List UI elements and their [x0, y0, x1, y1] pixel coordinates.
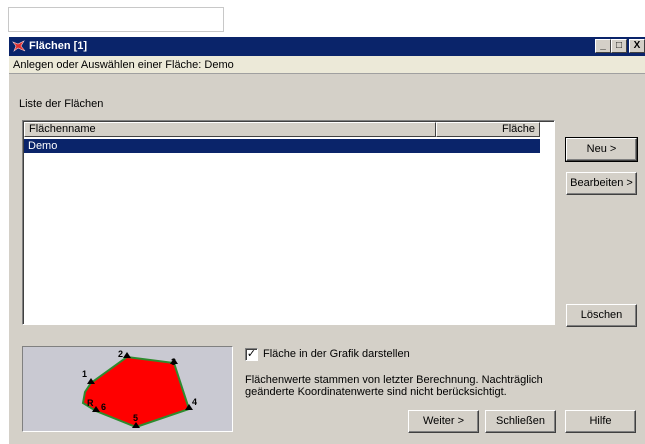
subtitle-text: Anlegen oder Auswählen einer Fläche: Dem… [13, 59, 234, 71]
list-label: Liste der Flächen [19, 98, 104, 110]
flaechen-dialog: Flächen [1] _ □ X Anlegen oder Auswählen… [8, 36, 645, 444]
vertex-label-r: R [87, 398, 94, 408]
vertex-label-5: 5 [133, 413, 138, 423]
show-in-graphic-checkbox[interactable]: ✓ [245, 348, 258, 361]
list-item-name: Demo [28, 140, 58, 152]
edit-button[interactable]: Bearbeiten > [566, 172, 637, 195]
vertex-label-3: 3 [171, 357, 176, 367]
title-bar: Flächen [1] _ □ X [9, 37, 645, 56]
column-header-area[interactable]: Fläche [436, 122, 540, 137]
new-button[interactable]: Neu > [565, 137, 638, 162]
area-preview: 1 2 3 4 5 6 R [22, 346, 233, 432]
info-note: Flächenwerte stammen von letzter Berechn… [245, 374, 543, 398]
maximize-button[interactable]: □ [611, 39, 627, 53]
flaechen-list[interactable]: Flächenname Fläche Demo [22, 120, 555, 325]
next-button[interactable]: Weiter > [408, 410, 479, 433]
close-button[interactable]: X [629, 39, 645, 53]
column-header-name[interactable]: Flächenname [24, 122, 436, 137]
subtitle-bar: Anlegen oder Auswählen einer Fläche: Dem… [9, 56, 645, 74]
top-input-box[interactable] [8, 7, 224, 32]
close-dialog-button[interactable]: Schließen [485, 410, 556, 433]
vertex-label-6: 6 [101, 402, 106, 412]
vertex-label-4: 4 [192, 397, 197, 407]
vertex-label-1: 1 [82, 369, 87, 379]
vertex-label-2: 2 [118, 349, 123, 359]
app-icon [12, 40, 26, 52]
delete-button[interactable]: Löschen [566, 304, 637, 327]
area-preview-graphic: 1 2 3 4 5 6 R [81, 349, 197, 429]
window-title: Flächen [1] [29, 40, 88, 52]
list-item[interactable]: Demo [24, 139, 540, 153]
minimize-button[interactable]: _ [595, 39, 611, 53]
help-button[interactable]: Hilfe [565, 410, 636, 433]
show-in-graphic-label: Fläche in der Grafik darstellen [263, 348, 410, 360]
